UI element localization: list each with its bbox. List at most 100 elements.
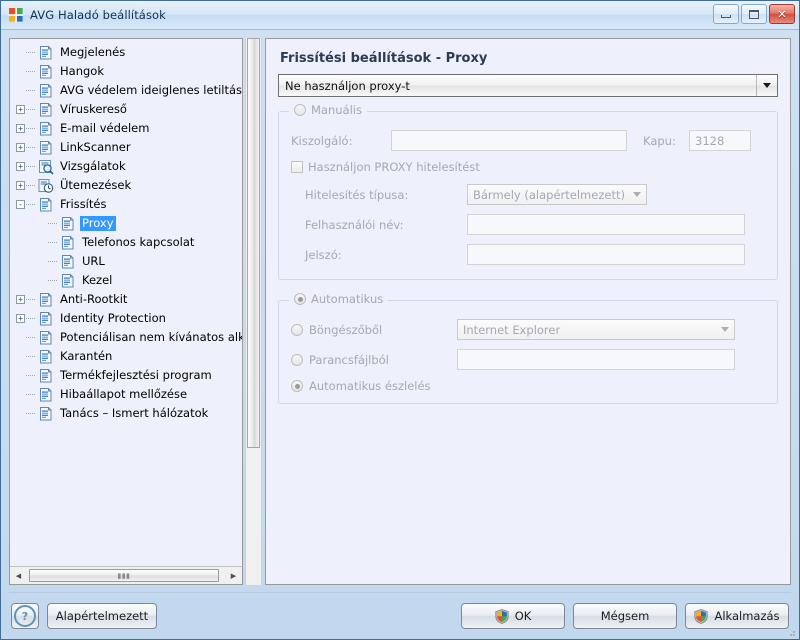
- maximize-icon: [749, 9, 759, 19]
- chevron-down-icon[interactable]: [756, 75, 777, 96]
- document-icon: [60, 273, 76, 289]
- cancel-button[interactable]: Mégsem: [573, 603, 677, 629]
- tree-item-friss-t-s[interactable]: - Frissítés: [12, 195, 242, 214]
- tree-hscroll-track[interactable]: ▮▮▮: [27, 568, 225, 583]
- magnifier-icon: [38, 159, 54, 175]
- scroll-right-arrow-icon[interactable]: ▶: [225, 568, 242, 583]
- ok-button[interactable]: OK: [461, 603, 565, 629]
- tree-item-e-mail-v-delem[interactable]: + E-mail védelem: [12, 119, 242, 138]
- from-browser-radio[interactable]: [291, 323, 303, 336]
- autodetect-row[interactable]: Automatikus észlelés: [291, 379, 765, 393]
- tree-item-temez-sek[interactable]: + Ütemezések: [12, 176, 242, 195]
- minimize-button[interactable]: [713, 4, 739, 24]
- tree-connector: [26, 204, 35, 205]
- auth-type-value: Bármely (alapértelmezett): [473, 187, 625, 202]
- close-button[interactable]: ✕: [769, 4, 795, 24]
- tree-item-kezel[interactable]: Kezel: [12, 271, 242, 290]
- document-icon: [38, 349, 54, 365]
- settings-tree[interactable]: Megjelenés Hangok AVG védelem ideiglenes l…: [9, 38, 243, 585]
- tree-item-label: Hibaállapot mellőzése: [60, 387, 188, 401]
- tree-connector: [26, 128, 35, 129]
- server-input[interactable]: [391, 130, 627, 151]
- manual-group-legend[interactable]: Manuális: [289, 103, 367, 117]
- manual-radio[interactable]: [294, 104, 306, 116]
- tree-item-tan-cs-ismert-h-l-zatok[interactable]: Tanács – Ismert hálózatok: [12, 404, 242, 423]
- tree-item-megjelen-s[interactable]: Megjelenés: [12, 43, 242, 62]
- tree-item-label: E-mail védelem: [60, 121, 150, 135]
- expand-icon[interactable]: +: [16, 295, 25, 304]
- page-title: Frissítési beállítások - Proxy: [280, 51, 488, 66]
- from-browser-label: Böngészőből: [309, 322, 383, 337]
- manual-radio-label: Manuális: [311, 103, 362, 117]
- auth-type-label: Hitelesítés típusa:: [305, 187, 409, 202]
- proxy-mode-combo[interactable]: Ne használjon proxy-t: [278, 74, 778, 97]
- expand-icon[interactable]: +: [16, 162, 25, 171]
- footer-bar: ? Alapértelmezett OK Mégsem Alkalmazás: [1, 593, 799, 639]
- scroll-left-arrow-icon[interactable]: ◀: [10, 568, 27, 583]
- tree-item-linkscanner[interactable]: + LinkScanner: [12, 138, 242, 157]
- password-input[interactable]: [467, 244, 745, 265]
- apply-button[interactable]: Alkalmazás: [685, 603, 789, 629]
- tree-item-avg-v-delem-ideiglenes-letilt-sa[interactable]: AVG védelem ideiglenes letiltása: [12, 81, 242, 100]
- chevron-down-icon[interactable]: [628, 192, 646, 197]
- expand-icon[interactable]: +: [16, 124, 25, 133]
- document-icon: [38, 368, 54, 384]
- tree-item-url[interactable]: URL: [12, 252, 242, 271]
- tree-horizontal-scrollbar[interactable]: ◀ ▮▮▮ ▶: [10, 566, 242, 584]
- tree-item-hangok[interactable]: Hangok: [12, 62, 242, 81]
- autodetect-radio[interactable]: [291, 380, 303, 392]
- uac-shield-icon: [694, 608, 709, 624]
- tree-item-label: Tanács – Ismert hálózatok: [60, 406, 209, 420]
- tree-item-karant-n[interactable]: Karantén: [12, 347, 242, 366]
- document-icon: [60, 254, 76, 270]
- port-input[interactable]: 3128: [689, 130, 751, 151]
- proxy-auth-checkbox[interactable]: [291, 161, 303, 173]
- collapse-icon[interactable]: -: [16, 200, 25, 209]
- tree-item-hiba-llapot-mell-z-se[interactable]: Hibaállapot mellőzése: [12, 385, 242, 404]
- dialog-vertical-scrollbar[interactable]: [245, 38, 262, 585]
- expand-icon[interactable]: +: [16, 181, 25, 190]
- username-input[interactable]: [467, 214, 745, 235]
- expand-icon[interactable]: +: [16, 314, 25, 323]
- automatic-radio[interactable]: [294, 293, 306, 305]
- tree-item-potenci-lisan-nem-k-v-natos-alkalm[interactable]: Potenciálisan nem kívánatos alkalm: [12, 328, 242, 347]
- tree-item-label: Anti-Rootkit: [60, 292, 128, 306]
- username-row: Felhasználói név:: [291, 214, 765, 235]
- tree-item-label: AVG védelem ideiglenes letiltása: [60, 83, 242, 97]
- dialog-vscroll-thumb[interactable]: [247, 38, 260, 448]
- port-label: Kapu:: [643, 133, 676, 148]
- title-bar: AVG Haladó beállítások ✕: [1, 1, 799, 30]
- tree-item-proxy[interactable]: Proxy: [12, 214, 242, 233]
- tree-item-term-kfejleszt-si-program[interactable]: Termékfejlesztési program: [12, 366, 242, 385]
- document-icon: [38, 83, 54, 99]
- ok-button-label: OK: [514, 609, 532, 623]
- settings-tree-list[interactable]: Megjelenés Hangok AVG védelem ideiglenes l…: [10, 39, 242, 566]
- from-script-radio[interactable]: [291, 353, 303, 366]
- tree-connector: [48, 223, 57, 224]
- help-button[interactable]: ?: [11, 603, 39, 629]
- tree-item-identity-protection[interactable]: + Identity Protection: [12, 309, 242, 328]
- proxy-mode-value: Ne használjon proxy-t: [285, 78, 410, 93]
- document-icon: [38, 121, 54, 137]
- tree-item-telefonos-kapcsolat[interactable]: Telefonos kapcsolat: [12, 233, 242, 252]
- help-icon: ?: [14, 605, 36, 627]
- script-input[interactable]: [457, 349, 735, 370]
- maximize-button[interactable]: [741, 4, 767, 24]
- manual-proxy-group: Manuális Kiszolgáló: Kapu: 3128 Használj…: [278, 103, 778, 280]
- from-script-label: Parancsfájlból: [309, 352, 389, 367]
- auth-checkbox-row[interactable]: Használjon PROXY hitelesítést: [291, 160, 765, 174]
- tree-hscroll-thumb[interactable]: ▮▮▮: [29, 569, 219, 582]
- browser-combo[interactable]: Internet Explorer: [457, 319, 735, 340]
- password-label: Jelszó:: [305, 247, 342, 262]
- chevron-down-icon[interactable]: [716, 327, 734, 332]
- auth-type-combo[interactable]: Bármely (alapértelmezett): [467, 184, 647, 205]
- automatic-group-legend[interactable]: Automatikus: [289, 292, 389, 306]
- tree-item-anti-rootkit[interactable]: + Anti-Rootkit: [12, 290, 242, 309]
- tree-connector: [26, 166, 35, 167]
- resize-grip-icon[interactable]: [786, 627, 796, 637]
- tree-item-vizsg-latok[interactable]: + Vizsgálatok: [12, 157, 242, 176]
- tree-item-v-ruskeres[interactable]: + Víruskereső: [12, 100, 242, 119]
- expand-icon[interactable]: +: [16, 143, 25, 152]
- expand-icon[interactable]: +: [16, 105, 25, 114]
- defaults-button[interactable]: Alapértelmezett: [47, 603, 157, 629]
